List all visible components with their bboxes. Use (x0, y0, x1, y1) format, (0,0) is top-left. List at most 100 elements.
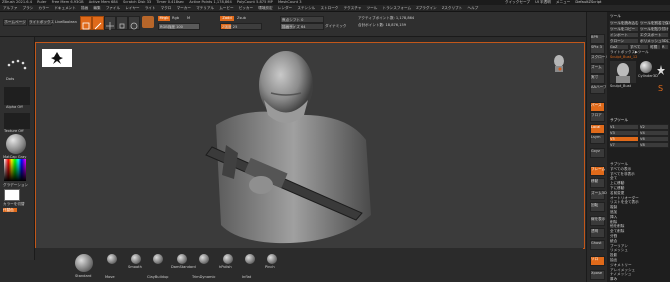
zsub-toggle[interactable]: Zsub (237, 16, 246, 20)
lightbox-button[interactable]: ライトボックス (28, 19, 54, 26)
spix-button[interactable]: SPix 3 (590, 44, 605, 54)
menu-zscript[interactable]: Zスクリプト (442, 6, 462, 10)
m-toggle[interactable]: M (187, 16, 190, 20)
texture-picker[interactable] (4, 113, 30, 129)
move-view-button[interactable]: 移動 (590, 178, 605, 188)
alternate-color-button[interactable]: 代替色 (3, 208, 17, 212)
default-zscript[interactable]: DefaultZScript (575, 0, 601, 4)
menu-light[interactable]: ライト (145, 6, 156, 10)
dynamic-toggle[interactable]: ダイナミック (325, 24, 347, 28)
alpha-picker[interactable] (4, 87, 30, 105)
menu-stencil[interactable]: ステンシル (297, 6, 315, 10)
hpolish-brush[interactable] (223, 254, 233, 264)
menu-stroke[interactable]: ストローク (320, 6, 338, 10)
zoom3d-button[interactable]: ズーム3D (590, 190, 607, 200)
rgb-intensity-slider[interactable]: RGB強度 100 (158, 23, 200, 30)
z-intensity-slider[interactable]: Z強度 25 (220, 23, 262, 30)
damstandard-brush[interactable] (177, 254, 187, 264)
menu-document[interactable]: ドキュメント (54, 6, 76, 10)
menu-layer[interactable]: レイヤー (125, 6, 139, 10)
menu-help[interactable]: ヘルプ (467, 6, 478, 10)
frame-button[interactable]: フレーム (590, 166, 605, 176)
polyf-button[interactable]: 線を表示 (590, 216, 605, 226)
rotate-button[interactable] (128, 16, 140, 30)
material-swatch[interactable] (142, 16, 154, 28)
menu-alpha[interactable]: アルファ (3, 6, 17, 10)
menu-zplugin[interactable]: Zプラグイン (416, 6, 436, 10)
tool-thumb-cylinder[interactable] (640, 61, 652, 73)
trimdynamic-brush[interactable] (199, 254, 209, 264)
tool-thumb-simplebrush[interactable]: S (656, 78, 666, 93)
transp-button[interactable]: 透明 (590, 228, 605, 238)
menu-transform[interactable]: トランスフォーム (382, 6, 411, 10)
floor-button[interactable]: フロア (590, 112, 605, 122)
ghost-button[interactable]: Ghost (590, 240, 605, 250)
menu-color[interactable]: カラー (38, 6, 49, 10)
zoom-button[interactable]: ズーム (590, 64, 605, 74)
mrgb-toggle[interactable]: Mrgb (158, 16, 170, 21)
menu-render[interactable]: レンダー (278, 6, 292, 10)
scale-button[interactable] (116, 16, 128, 30)
move-button[interactable] (104, 16, 116, 30)
scroll-button[interactable]: スクロール (590, 54, 609, 64)
navigation-head[interactable] (551, 53, 567, 73)
rgb-toggle[interactable]: Rgb (172, 16, 179, 20)
menu-draw[interactable]: 描画 (81, 6, 88, 10)
local-button[interactable]: Local (590, 124, 605, 134)
menu-macro[interactable]: マクロ (161, 6, 172, 10)
menu-texture[interactable]: テクスチャ (344, 6, 362, 10)
actual-button[interactable]: 実寸 (590, 74, 605, 84)
menu-tool[interactable]: ツール (367, 6, 378, 10)
standard-brush-large[interactable] (75, 254, 93, 272)
main-color-swatch[interactable] (4, 189, 20, 201)
tool-palette-header[interactable]: ツール (610, 14, 621, 18)
draw-button[interactable] (92, 16, 104, 30)
gradient-label[interactable]: グラデーション (3, 183, 28, 187)
subtool-option[interactable]: 厚み (610, 277, 639, 282)
pinch-brush[interactable] (267, 254, 277, 264)
color-picker[interactable] (4, 159, 26, 181)
move-brush[interactable] (107, 254, 117, 264)
rotate-view-button[interactable]: 回転 (590, 202, 605, 212)
aahalf-button[interactable]: AAハーフ (590, 84, 607, 94)
tool-thumb-polymesh[interactable] (656, 61, 666, 75)
focal-shift-slider[interactable]: 焦点シフト 0 (280, 16, 324, 23)
persp-button[interactable]: パース (590, 102, 605, 112)
menu-marker[interactable]: マーカー (177, 6, 191, 10)
quicksave-button[interactable]: クイックセーブ (505, 0, 530, 4)
lsym-button[interactable]: Lsym (590, 134, 605, 144)
draw-size-slider[interactable]: 描画サイズ 64 (280, 23, 324, 30)
xpose-button[interactable]: Xpose (590, 270, 605, 280)
liveboolean-button[interactable]: LiveBoolean (55, 20, 77, 24)
smooth-brush[interactable] (131, 254, 141, 264)
menu-edit[interactable]: 編集 (93, 6, 100, 10)
subtool-item[interactable]: V7 (609, 142, 639, 148)
material-sphere[interactable] (6, 134, 26, 154)
menus-toggle[interactable]: メニュー (556, 0, 570, 4)
menu-picker[interactable]: ピッカー (239, 6, 253, 10)
switch-color-button[interactable]: カラーを切替 (3, 202, 25, 206)
sculpt-model[interactable] (186, 45, 386, 245)
menu-file[interactable]: ファイル (106, 6, 120, 10)
r-button[interactable]: R (661, 44, 669, 50)
edit-button[interactable] (80, 16, 92, 30)
gxyz-button[interactable]: Gxyz (590, 148, 605, 158)
claybuildup-brush[interactable] (153, 254, 163, 264)
subtool-item[interactable]: V8 (639, 142, 669, 148)
home-page-button[interactable]: ホームページ (3, 19, 27, 26)
subtool-header[interactable]: サブツール (610, 118, 628, 122)
canvas-viewport[interactable] (35, 42, 585, 249)
menu-brush[interactable]: ブラシ (23, 6, 34, 10)
solo-button[interactable]: ソロ (590, 256, 605, 266)
lightbox-tools-link[interactable]: ライトボックス▶ツール (610, 50, 649, 54)
menu-preferences[interactable]: 環境設定 (258, 6, 272, 10)
menu-movie[interactable]: ムービー (219, 6, 233, 10)
tool-thumb-bust[interactable] (610, 61, 636, 83)
menu-material[interactable]: マテリアル (196, 6, 214, 10)
ui-transparency[interactable]: UI 半透明 (535, 0, 551, 4)
zadd-toggle[interactable]: Zadd (220, 16, 234, 21)
smooth-brush-label: Smooth (128, 265, 142, 269)
bpr-button[interactable]: BPR (590, 34, 605, 44)
inflat-brush[interactable] (245, 254, 255, 264)
visible-button[interactable]: 可視 (649, 44, 661, 50)
